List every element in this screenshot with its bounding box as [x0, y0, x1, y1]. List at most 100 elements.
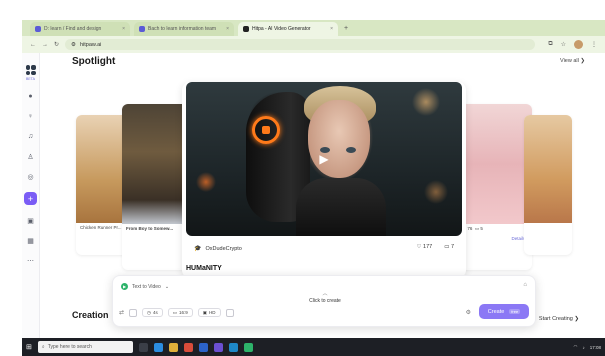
top-margin [0, 0, 605, 20]
start-creating-link[interactable]: Start Creating ❯ [539, 316, 579, 322]
play-icon[interactable]: ▶ [314, 149, 334, 169]
author-name: OxDudeCrypto [205, 245, 242, 252]
word-icon[interactable] [198, 342, 208, 352]
url-field[interactable]: ⚙ hitpaw.ai [65, 39, 536, 50]
more-icon[interactable]: ⋯ [26, 256, 35, 265]
featured-stats: ♡ 177 ▭ 7 [417, 244, 454, 250]
close-icon[interactable]: × [330, 26, 333, 32]
tab-label: D: learn / Find and design [44, 26, 102, 32]
duration-chip[interactable]: ◷ 4s [142, 308, 163, 317]
profile-avatar[interactable] [574, 40, 583, 49]
url-text: hitpaw.ai [79, 41, 102, 48]
clock-icon: ◷ [147, 309, 151, 315]
user-icon[interactable]: ♙ [26, 152, 35, 161]
spotlight-card-right[interactable]: ♡ 76 ▭ 5 Details › [458, 104, 532, 270]
style-icon[interactable] [225, 308, 234, 317]
browser-tab-3[interactable]: Hitpa - AI Video Generator × [238, 22, 338, 36]
card-stats: ♡ 76 ▭ 5 [458, 224, 532, 234]
browser-actions: ⧉ ☆ ⋮ [548, 40, 597, 49]
site-info-icon[interactable]: ⚙ [71, 42, 76, 48]
chrome-icon[interactable] [183, 342, 193, 352]
sidebar: BETA ● ♀ ♫ ♙ ◎ + ▣ ▦ ⋯ [22, 53, 40, 338]
shuffle-icon[interactable]: ⇄ [119, 309, 124, 316]
app-window: BETA ● ♀ ♫ ♙ ◎ + ▣ ▦ ⋯ Spotlight View al… [22, 53, 605, 338]
browser-tab-2[interactable]: Bach to learn information team × [134, 22, 234, 36]
clock-text[interactable]: 17:08 [590, 345, 601, 350]
app-icon[interactable] [243, 342, 253, 352]
explorer-icon[interactable] [168, 342, 178, 352]
search-icon: ⌕ [41, 344, 45, 350]
hd-icon: ▣ [202, 309, 208, 315]
featured-video-thumbnail[interactable]: ▶ [186, 82, 462, 236]
author-avatar-icon: 🎓 [194, 246, 202, 252]
section-title-spotlight: Spotlight [72, 56, 116, 67]
free-badge: free [509, 309, 521, 314]
creation-prompt-bar[interactable]: ▶ Text to Video ⌄ ⌂ ︿ Click to create ⇄ … [112, 275, 536, 327]
forward-icon[interactable]: → [42, 42, 48, 48]
heart-icon: ♡ [416, 244, 422, 250]
tab-label: Hitpa - AI Video Generator [252, 26, 311, 32]
taskview-icon[interactable] [138, 342, 148, 352]
mode-selector[interactable]: ▶ Text to Video ⌄ [121, 283, 169, 290]
bell-icon[interactable]: ♫ [26, 132, 35, 141]
comment-button[interactable]: ▭ 7 [444, 244, 454, 250]
taskbar-search-placeholder: Type here to search [47, 344, 92, 350]
chevron-up-icon: ︿ [322, 291, 328, 297]
card-details-link[interactable]: Details › [458, 234, 532, 244]
create-button[interactable]: Create free [479, 304, 529, 319]
tab-favicon [35, 26, 41, 32]
image-icon[interactable]: ▣ [26, 216, 35, 225]
back-icon[interactable]: ← [30, 42, 36, 48]
logo-text: BETA [26, 77, 35, 81]
wifi-icon[interactable]: ◠ [574, 344, 578, 350]
close-icon[interactable]: × [122, 26, 125, 32]
browser-tab-1[interactable]: D: learn / Find and design × [30, 22, 130, 36]
screenshot: D: learn / Find and design × Bach to lea… [0, 0, 605, 356]
os-taskbar: ⊞ ⌕ Type here to search ◠ ♪ 17:08 [22, 338, 605, 356]
new-tab-icon[interactable]: + [344, 25, 348, 32]
reload-icon[interactable]: ↻ [54, 41, 59, 48]
featured-author[interactable]: 🎓 OxDudeCrypto [194, 245, 242, 253]
translate-icon[interactable]: ⧉ [548, 41, 552, 48]
like-button[interactable]: ♡ 177 [417, 244, 433, 250]
comment-icon: ▭ [444, 244, 450, 250]
grid-icon[interactable]: ▦ [26, 236, 35, 245]
bulb-icon[interactable]: ♀ [26, 112, 35, 121]
taskbar-search-field[interactable]: ⌕ Type here to search [37, 341, 133, 353]
star-icon[interactable]: ☆ [561, 41, 566, 48]
windows-start-icon[interactable]: ⊞ [26, 343, 32, 351]
generation-options: ⇄ ◷ 4s ▭ 16:9 ▣ HD [119, 308, 234, 317]
collapse-icon[interactable]: ⌂ [523, 282, 527, 288]
system-tray: ◠ ♪ 17:08 [574, 344, 601, 350]
volume-icon[interactable]: ♪ [582, 345, 584, 350]
featured-spotlight-card[interactable]: ▶ 🎓 OxDudeCrypto ♡ 177 ▭ 7 HUMaNITY [182, 82, 466, 278]
settings-icon[interactable]: ⚙ [466, 309, 471, 316]
compass-icon[interactable]: ● [26, 92, 35, 101]
mail-icon[interactable] [228, 342, 238, 352]
chevron-down-icon: ⌄ [164, 283, 170, 290]
view-all-link[interactable]: View all ❯ [560, 58, 585, 64]
image-upload-icon[interactable] [129, 308, 138, 317]
comment-icon[interactable]: ▭ [475, 226, 479, 231]
app-icon[interactable] [213, 342, 223, 352]
resolution-chip[interactable]: ▣ HD [197, 308, 221, 317]
menu-icon[interactable]: ⋮ [591, 41, 597, 48]
likes-count: 76 [467, 226, 473, 231]
plus-icon[interactable]: + [24, 192, 37, 205]
click-to-create-area[interactable]: ︿ Click to create [303, 290, 347, 304]
tab-favicon [139, 26, 145, 32]
left-margin [0, 0, 22, 356]
comments-count: 7 [450, 244, 454, 250]
section-title-creation: Creation [72, 310, 109, 320]
logo-icon[interactable] [25, 65, 36, 75]
comments-count: 5 [480, 226, 483, 231]
spotlight-card-right-far[interactable] [524, 115, 572, 255]
edge-icon[interactable] [153, 342, 163, 352]
click-to-create-label: Click to create [309, 298, 341, 304]
check-icon[interactable]: ◎ [26, 172, 35, 181]
address-bar-row: ← → ↻ ⚙ hitpaw.ai ⧉ ☆ ⋮ [22, 36, 605, 53]
browser-tab-strip: D: learn / Find and design × Bach to lea… [22, 20, 605, 36]
tab-favicon [243, 26, 249, 32]
close-icon[interactable]: × [226, 26, 229, 32]
aspect-ratio-chip[interactable]: ▭ 16:9 [167, 308, 193, 317]
